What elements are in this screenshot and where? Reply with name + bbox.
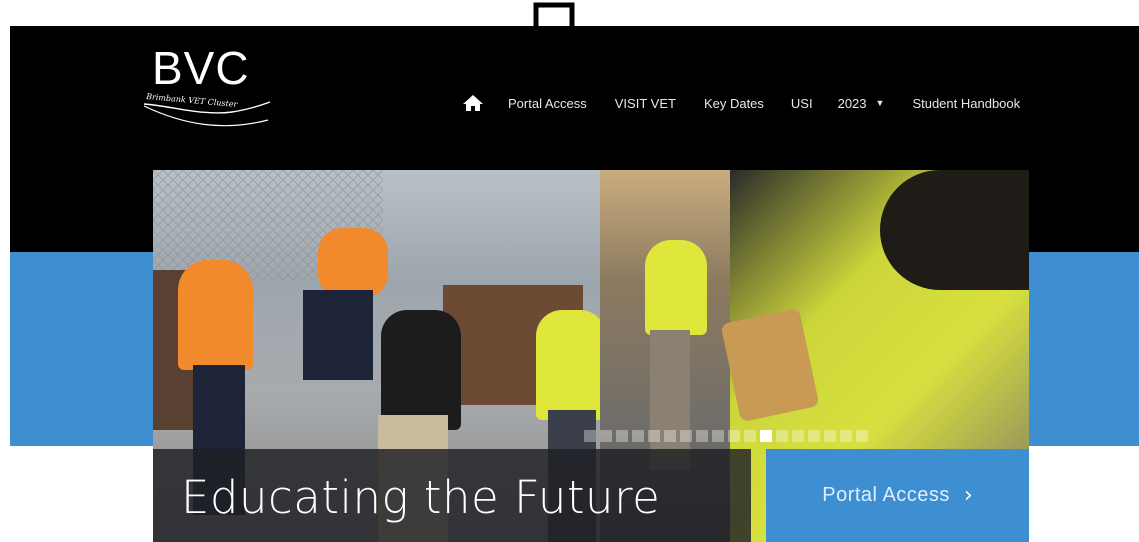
nav-student-handbook[interactable]: Student Handbook [912, 96, 1020, 111]
nav-usi[interactable]: USI [791, 96, 813, 111]
slider-dot[interactable] [600, 430, 612, 442]
caret-down-icon: ▼ [875, 98, 885, 108]
slider-dot[interactable] [664, 430, 676, 442]
teacher-figure [381, 310, 461, 430]
portal-access-button-label: Portal Access [822, 484, 950, 506]
student-figure [536, 310, 606, 420]
slider-dot[interactable] [824, 430, 836, 442]
logo-wordmark: BVC [152, 42, 250, 94]
student-figure [880, 170, 1029, 290]
slider-dot[interactable] [776, 430, 788, 442]
chevron-right-icon: › [963, 483, 973, 508]
site-logo[interactable]: BVC Brimbank VET Cluster [142, 42, 282, 142]
slider-dot[interactable] [696, 430, 708, 442]
slider-dot[interactable] [856, 430, 868, 442]
slider-dot[interactable] [584, 430, 596, 442]
nav-visit-vet[interactable]: VISIT VET [615, 96, 676, 111]
slider-dot[interactable] [840, 430, 852, 442]
wood-block [720, 307, 820, 423]
slider-dot[interactable] [808, 430, 820, 442]
slider-dot[interactable] [616, 430, 628, 442]
slider-dot[interactable] [632, 430, 644, 442]
slider-dot[interactable] [712, 430, 724, 442]
main-nav: Portal Access VISIT VET Key Dates USI 20… [462, 92, 1020, 114]
slider-dot[interactable] [760, 430, 772, 442]
slider-dot[interactable] [648, 430, 660, 442]
slider-dot[interactable] [792, 430, 804, 442]
hero-caption: Educating the Future [153, 449, 751, 542]
home-icon[interactable] [462, 94, 484, 112]
student-figure [318, 228, 388, 298]
slider-dot[interactable] [728, 430, 740, 442]
student-figure [178, 260, 253, 370]
portal-access-button[interactable]: Portal Access › [766, 449, 1029, 542]
slider-dot[interactable] [680, 430, 692, 442]
nav-year-label: 2023 [837, 95, 867, 111]
slider-dot[interactable] [744, 430, 756, 442]
student-figure [645, 240, 707, 335]
student-figure [303, 290, 373, 380]
hero-caption-text: Educating the Future [181, 471, 661, 524]
nav-portal-access[interactable]: Portal Access [508, 96, 587, 111]
slider-dots [584, 430, 868, 442]
nav-key-dates[interactable]: Key Dates [704, 96, 764, 111]
nav-year-dropdown[interactable]: 2023 ▼ [838, 96, 885, 111]
